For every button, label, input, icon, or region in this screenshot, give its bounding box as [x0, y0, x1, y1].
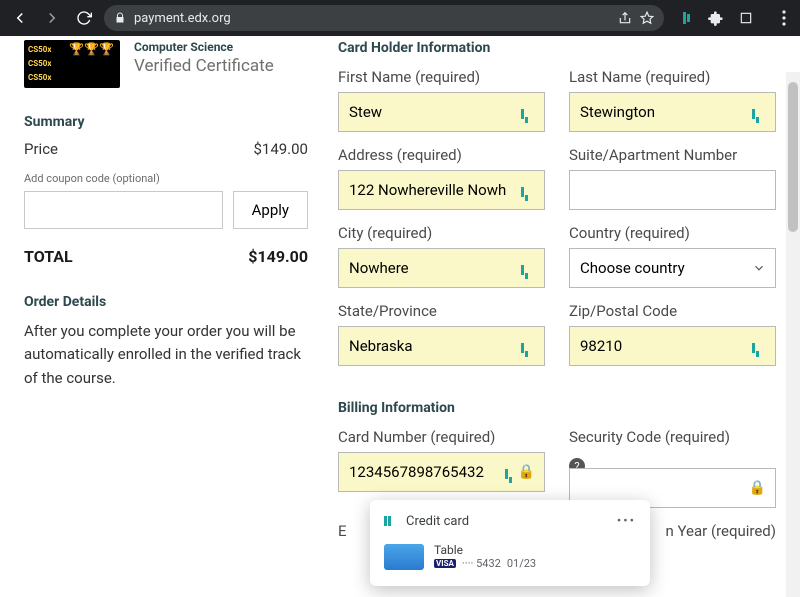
total-label: TOTAL	[24, 247, 73, 266]
city-input[interactable]	[338, 248, 545, 288]
total-value: $149.00	[248, 247, 308, 266]
product-title: Verified Certificate	[134, 56, 274, 76]
browser-toolbar: payment.edx.org	[0, 0, 800, 36]
forward-button[interactable]	[40, 6, 64, 30]
cardholder-heading: Card Holder Information	[338, 40, 776, 56]
url-text: payment.edx.org	[134, 11, 231, 26]
state-input[interactable]	[338, 326, 545, 366]
extension-icon[interactable]	[678, 10, 694, 26]
share-icon[interactable]	[618, 11, 632, 25]
lock-icon: 🔒	[749, 480, 766, 496]
zip-label: Zip/Postal Code	[569, 302, 776, 320]
price-value: $149.00	[253, 140, 308, 158]
cardholder-grid: First Name (required) Last Name (require…	[338, 68, 776, 366]
product-department: Computer Science	[134, 40, 274, 54]
autofill-card-option[interactable]: Table VISA ···· 5432 01/23	[370, 539, 650, 574]
address-bar[interactable]: payment.edx.org	[104, 5, 664, 31]
security-code-label: Security Code (required)	[569, 428, 776, 446]
autofill-icon	[521, 104, 537, 120]
suite-input[interactable]	[569, 170, 776, 210]
autofill-popup: Credit card ••• Table VISA ···· 5432 01/…	[370, 500, 650, 586]
last-name-input[interactable]	[569, 92, 776, 132]
state-field: State/Province	[338, 302, 545, 366]
price-line: Price $149.00	[24, 140, 308, 158]
suite-field: Suite/Apartment Number	[569, 146, 776, 210]
autofill-icon	[521, 260, 537, 276]
card-number-label: Card Number (required)	[338, 428, 545, 446]
trophy-icon: 🏆🏆🏆	[69, 42, 114, 56]
total-row: TOTAL $149.00	[24, 247, 308, 266]
zip-input[interactable]	[569, 326, 776, 366]
course-thumbnail: CS50x CS50x CS50x 🏆🏆🏆	[24, 40, 120, 88]
last-name-label: Last Name (required)	[569, 68, 776, 86]
coupon-input[interactable]	[24, 191, 223, 229]
city-field: City (required)	[338, 224, 545, 288]
summary-heading: Summary	[24, 114, 308, 130]
thumb-text: CS50x	[28, 44, 51, 56]
reload-button[interactable]	[72, 6, 96, 30]
address-input[interactable]	[338, 170, 545, 210]
lock-icon: 🔒	[518, 464, 535, 480]
card-image	[384, 544, 424, 570]
left-column: CS50x CS50x CS50x 🏆🏆🏆 Computer Science V…	[0, 36, 330, 597]
autofill-icon	[521, 338, 537, 354]
card-expiry: 01/23	[507, 557, 536, 570]
account-icon[interactable]	[738, 10, 754, 26]
country-field: Country (required) Choose country	[569, 224, 776, 288]
more-icon[interactable]: •••	[617, 514, 636, 529]
card-brand: VISA	[434, 559, 456, 568]
first-name-field: First Name (required)	[338, 68, 545, 132]
card-number-field: Card Number (required) 🔒	[338, 428, 545, 508]
first-name-input[interactable]	[338, 92, 545, 132]
coupon-row: Apply	[24, 191, 308, 229]
price-label: Price	[24, 140, 58, 158]
autofill-icon	[752, 104, 768, 120]
product-meta: Computer Science Verified Certificate	[134, 40, 274, 88]
country-label: Country (required)	[569, 224, 776, 242]
autofill-icon	[521, 182, 537, 198]
autofill-popup-header: Credit card •••	[370, 510, 650, 539]
card-masked: ···· 5432	[462, 557, 501, 570]
lock-icon	[114, 12, 126, 24]
address-field: Address (required)	[338, 146, 545, 210]
suite-label: Suite/Apartment Number	[569, 146, 776, 164]
kebab-menu-icon[interactable]	[776, 10, 792, 26]
security-code-field: Security Code (required) ? 🔒	[569, 428, 776, 508]
order-details-heading: Order Details	[24, 294, 308, 310]
scrollbar-thumb[interactable]	[788, 82, 798, 232]
bookmark-star-icon[interactable]	[640, 11, 654, 25]
first-name-label: First Name (required)	[338, 68, 545, 86]
coupon-label: Add coupon code (optional)	[24, 172, 308, 185]
billing-heading: Billing Information	[338, 400, 776, 416]
autofill-icon	[752, 338, 768, 354]
extensions-puzzle-icon[interactable]	[708, 10, 724, 26]
card-name: Table	[434, 543, 536, 557]
back-button[interactable]	[8, 6, 32, 30]
apply-button[interactable]: Apply	[233, 191, 308, 229]
autofill-popup-title: Credit card	[406, 514, 469, 529]
country-select[interactable]: Choose country	[569, 248, 776, 288]
state-label: State/Province	[338, 302, 545, 320]
zip-field: Zip/Postal Code	[569, 302, 776, 366]
card-meta: Table VISA ···· 5432 01/23	[434, 543, 536, 570]
scrollbar[interactable]	[786, 72, 800, 597]
product-row: CS50x CS50x CS50x 🏆🏆🏆 Computer Science V…	[24, 40, 308, 88]
thumb-text: CS50x	[28, 58, 51, 70]
order-details-text: After you complete your order you will b…	[24, 320, 308, 390]
extension-icon	[384, 515, 398, 529]
last-name-field: Last Name (required)	[569, 68, 776, 132]
thumb-text: CS50x	[28, 72, 51, 84]
city-label: City (required)	[338, 224, 545, 242]
toolbar-right	[678, 10, 792, 26]
billing-grid: Card Number (required) 🔒 Security Code (…	[338, 428, 776, 508]
address-label: Address (required)	[338, 146, 545, 164]
